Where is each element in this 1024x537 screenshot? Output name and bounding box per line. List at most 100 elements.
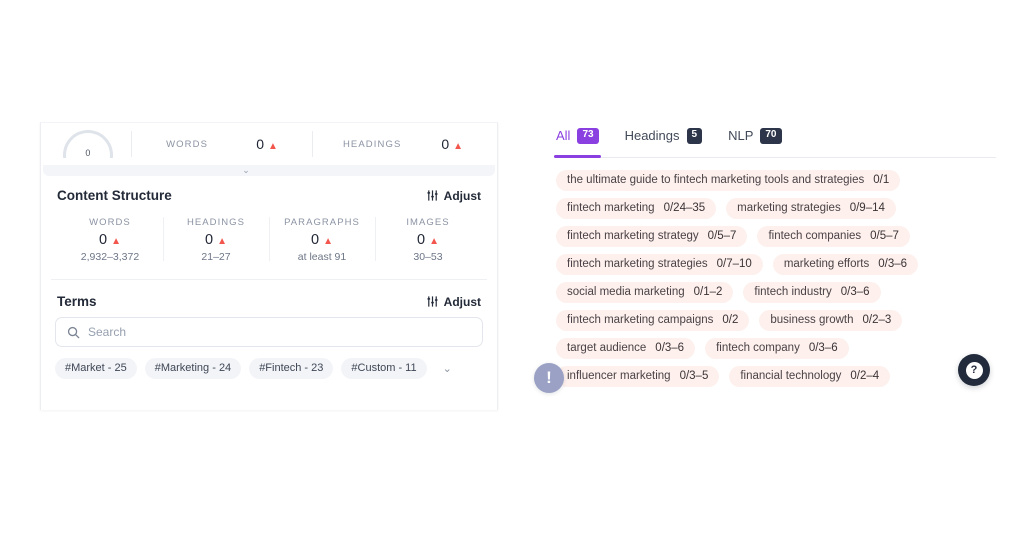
alert-notification-icon[interactable]: ! (534, 363, 564, 393)
sliders-icon (427, 296, 438, 307)
strip-metric-label: HEADINGS (342, 138, 402, 150)
metric-range: 30–53 (413, 251, 443, 263)
adjust-label: Adjust (443, 294, 481, 309)
metric-value: 0 (417, 232, 426, 248)
term-chip[interactable]: the ultimate guide to fintech marketing … (556, 169, 901, 191)
tab-nlp[interactable]: NLP 70 (728, 128, 782, 150)
sliders-icon (427, 190, 438, 201)
adjust-terms-button[interactable]: Adjust (426, 295, 481, 309)
term-chip[interactable]: social media marketing 0/1–2 (556, 281, 734, 303)
tab-label: All (556, 128, 571, 144)
term-tag[interactable]: #Market - 25 (55, 358, 137, 379)
tab-headings[interactable]: Headings 5 (625, 128, 703, 150)
term-chip-label: marketing strategies (737, 201, 841, 214)
trend-up-icon: ▲ (217, 236, 227, 247)
term-chip-count: 0/1–2 (693, 285, 723, 298)
exclamation-icon: ! (546, 367, 552, 387)
terms-results-panel: All 73 Headings 5 NLP 70 the ultimate gu… (554, 128, 996, 387)
term-chip-label: the ultimate guide to fintech marketing … (567, 173, 865, 186)
adjust-content-structure-button[interactable]: Adjust (426, 189, 481, 203)
question-mark-icon: ? (965, 361, 983, 379)
tab-badge-count: 73 (577, 128, 599, 144)
term-chip-list: the ultimate guide to fintech marketing … (556, 158, 992, 387)
term-chip-count: 0/3–6 (655, 341, 685, 354)
term-tag[interactable]: #Custom - 11 (341, 358, 427, 379)
summary-strip: 0 WORDS 0 ▲ HEADINGS 0 ▲ (41, 123, 497, 165)
term-chip-count: 0/7–10 (716, 257, 752, 270)
term-chip[interactable]: fintech company 0/3–6 (705, 337, 849, 359)
term-chip[interactable]: fintech marketing strategy 0/5–7 (556, 225, 748, 247)
term-chip-label: fintech marketing (567, 201, 655, 214)
metric-range: 21–27 (201, 251, 231, 263)
term-chip-label: fintech companies (768, 229, 862, 242)
metric-range: 2,932–3,372 (80, 251, 140, 263)
metric-words: WORDS 0 ▲ 2,932–3,372 (57, 215, 163, 265)
term-chip-count: 0/9–14 (849, 201, 885, 214)
term-chip-count: 0/1 (873, 173, 890, 186)
term-chip-label: marketing efforts (783, 257, 870, 270)
term-chip-count: 0/2 (722, 313, 739, 326)
metric-images: IMAGES 0 ▲ 30–53 (375, 215, 481, 265)
term-chip-label: fintech marketing strategy (567, 229, 699, 242)
trend-up-icon: ▲ (323, 236, 333, 247)
term-chip[interactable]: fintech marketing campaigns 0/2 (556, 309, 750, 331)
metric-label: IMAGES (406, 217, 450, 228)
tab-label: Headings (624, 128, 680, 144)
trend-up-icon: ▲ (268, 141, 278, 152)
strip-metric-value: 0 (441, 136, 450, 152)
term-chip[interactable]: business growth 0/2–3 (759, 309, 903, 331)
term-chip-count: 0/3–6 (808, 341, 838, 354)
metric-value: 0 (311, 232, 320, 248)
metric-headings: HEADINGS 0 ▲ 21–27 (163, 215, 269, 265)
app-screen: 0 WORDS 0 ▲ HEADINGS 0 ▲ ⌄ Content Struc… (0, 0, 1024, 537)
metric-value: 0 (205, 232, 214, 248)
term-chip-label: financial technology (740, 369, 842, 382)
term-chip-label: fintech marketing strategies (567, 257, 708, 270)
term-chip[interactable]: financial technology 0/2–4 (729, 365, 891, 387)
section-title: Content Structure (57, 188, 172, 203)
gauge-value: 0 (85, 148, 91, 158)
trend-up-icon: ▲ (111, 236, 121, 247)
term-chip[interactable]: fintech marketing 0/24–35 (556, 197, 717, 219)
search-input[interactable] (88, 325, 471, 339)
term-tag[interactable]: #Marketing - 24 (144, 358, 242, 379)
metric-label: HEADINGS (186, 217, 246, 228)
expand-tags-chevron-down-icon[interactable]: ⌄ (443, 362, 452, 375)
term-chip[interactable]: fintech companies 0/5–7 (757, 225, 910, 247)
term-chip-count: 0/3–6 (878, 257, 908, 270)
metric-label: WORDS (89, 217, 131, 228)
tab-badge-count: 70 (760, 128, 782, 144)
term-chip-label: target audience (567, 341, 647, 354)
term-chip[interactable]: marketing efforts 0/3–6 (772, 253, 919, 275)
term-chip-count: 0/2–3 (862, 313, 892, 326)
content-structure-metrics: WORDS 0 ▲ 2,932–3,372 HEADINGS 0 ▲ 21–27… (51, 209, 487, 280)
metric-value: 0 (99, 232, 108, 248)
adjust-label: Adjust (443, 188, 481, 203)
collapse-panel-bar[interactable]: ⌄ (43, 165, 495, 176)
term-chip-count: 0/5–7 (870, 229, 899, 242)
term-chip[interactable]: marketing strategies 0/9–14 (726, 197, 896, 219)
strip-metric-headings: HEADINGS 0 ▲ (313, 123, 493, 165)
chevron-down-icon[interactable]: ⌄ (241, 166, 251, 175)
search-icon (67, 326, 80, 338)
term-chip[interactable]: fintech industry 0/3–6 (743, 281, 881, 303)
term-chip[interactable]: influencer marketing 0/3–5 (556, 365, 720, 387)
term-tag[interactable]: #Fintech - 23 (249, 358, 334, 379)
term-chip-label: social media marketing (567, 285, 685, 298)
help-button[interactable]: ? (958, 354, 990, 386)
tab-label: NLP (728, 128, 754, 144)
term-chip-count: 0/24–35 (663, 201, 706, 214)
term-chip-label: fintech company (716, 341, 800, 354)
strip-metric-label: WORDS (166, 138, 209, 150)
tab-all[interactable]: All 73 (554, 128, 601, 157)
content-editor-sidebar: 0 WORDS 0 ▲ HEADINGS 0 ▲ ⌄ Content Struc… (40, 122, 498, 410)
term-chip[interactable]: fintech marketing strategies 0/7–10 (556, 253, 763, 275)
metric-label: PARAGRAPHS (284, 217, 360, 228)
terms-search-box[interactable] (55, 317, 483, 347)
terms-tabs: All 73 Headings 5 NLP 70 (554, 128, 996, 158)
term-chip-label: fintech industry (754, 285, 832, 298)
term-chip-label: fintech marketing campaigns (567, 313, 714, 326)
term-chip-count: 0/5–7 (707, 229, 737, 242)
term-chip-label: business growth (770, 313, 854, 326)
term-chip[interactable]: target audience 0/3–6 (556, 337, 696, 359)
